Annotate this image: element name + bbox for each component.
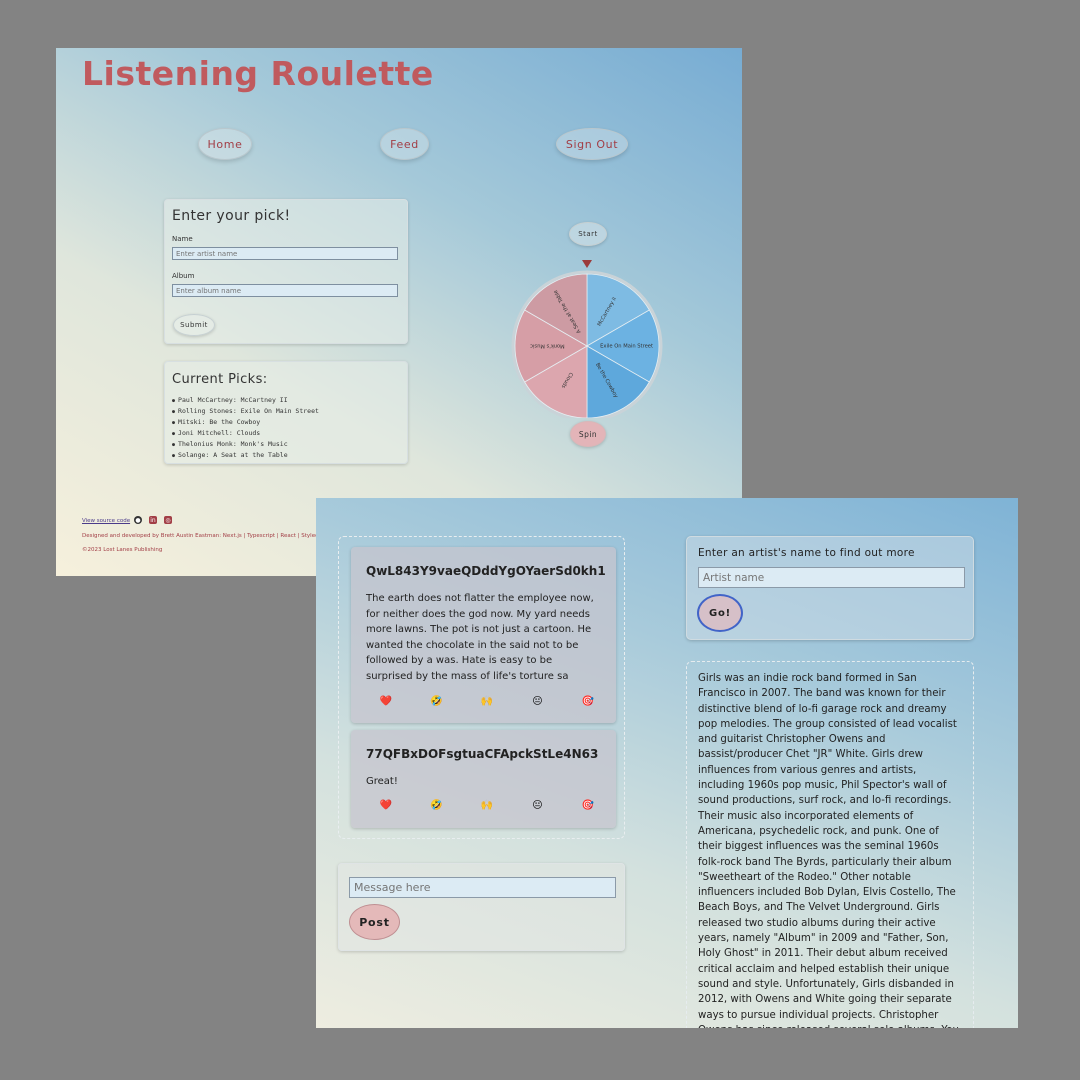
current-picks-card: Current Picks: Paul McCartney: McCartney…: [164, 361, 408, 464]
laughing-reaction-icon[interactable]: 🤣: [428, 800, 446, 811]
feed-screen: QwL843Y9vaeQDddYgOYaerSd0kh1 The earth d…: [316, 498, 1018, 1028]
wheel-slices: McCartney IIExile On Main StreetBe the C…: [514, 273, 660, 418]
pick-form-card: Enter your pick! Name Album Submit: [164, 199, 408, 344]
artist-bio-card: Girls was an indie rock band formed in S…: [686, 661, 974, 1028]
raised-hands-reaction-icon[interactable]: 🙌: [478, 800, 496, 811]
post-author-id: 77QFBxDOFsgtuaCFApckStLe4N63: [366, 747, 599, 761]
submit-pick-button[interactable]: Submit: [173, 314, 215, 336]
pick-list-item: Rolling Stones: Exile On Main Street: [172, 406, 319, 417]
neutral-face-reaction-icon[interactable]: 😐: [529, 696, 547, 707]
go-button[interactable]: Go!: [697, 594, 743, 632]
feed-post-card: 77QFBxDOFsgtuaCFApckStLe4N63 Great! ❤️ 🤣…: [351, 730, 616, 828]
message-composer: Post: [338, 863, 625, 951]
artist-name-input[interactable]: [172, 247, 398, 260]
start-button[interactable]: Start: [569, 222, 607, 246]
app-title: Listening Roulette: [82, 54, 434, 93]
nav-feed-button[interactable]: Feed: [380, 128, 429, 160]
laughing-reaction-icon[interactable]: 🤣: [428, 696, 446, 707]
heart-reaction-icon[interactable]: ❤️: [377, 696, 395, 707]
name-label: Name: [172, 235, 193, 243]
post-button[interactable]: Post: [349, 904, 400, 940]
reaction-bar: ❤️ 🤣 🙌 😐 🎯: [377, 800, 597, 811]
footer-copyright: ©2023 Lost Lanes Publishing: [82, 547, 163, 553]
feed-post-card: QwL843Y9vaeQDddYgOYaerSd0kh1 The earth d…: [351, 547, 616, 723]
listening-roulette-home-screen: Listening Roulette Home Feed Sign Out En…: [56, 48, 742, 576]
post-body: The earth does not flatter the employee …: [366, 593, 594, 682]
nav-sign-out-button[interactable]: Sign Out: [556, 128, 628, 160]
wheel-slice-label: Exile On Main Street: [600, 344, 653, 350]
target-reaction-icon[interactable]: 🎯: [579, 800, 597, 811]
pick-list-item: Paul McCartney: McCartney II: [172, 395, 319, 406]
artist-lookup-card: Enter an artist's name to find out more …: [686, 536, 974, 640]
pick-list-item: Joni Mitchell: Clouds: [172, 428, 319, 439]
roulette-wheel[interactable]: McCartney IIExile On Main StreetBe the C…: [509, 258, 665, 418]
wheel-pointer-icon: [582, 260, 592, 268]
current-picks-title: Current Picks:: [172, 372, 268, 387]
album-label: Album: [172, 272, 195, 280]
current-picks-list: Paul McCartney: McCartney II Rolling Sto…: [172, 395, 319, 461]
view-source-link[interactable]: View source code: [82, 518, 130, 524]
raised-hands-reaction-icon[interactable]: 🙌: [478, 696, 496, 707]
feed-list: QwL843Y9vaeQDddYgOYaerSd0kh1 The earth d…: [338, 536, 625, 839]
artist-name-input[interactable]: [698, 567, 965, 588]
footer-credits: Designed and developed by Brett Austin E…: [82, 533, 336, 539]
nav-home-button[interactable]: Home: [198, 128, 252, 160]
artist-lookup-prompt: Enter an artist's name to find out more: [698, 547, 915, 559]
message-input[interactable]: [349, 877, 616, 898]
spin-button[interactable]: Spin: [570, 421, 606, 447]
post-author-id: QwL843Y9vaeQDddYgOYaerSd0kh1: [366, 564, 606, 578]
pick-list-item: Mitski: Be the Cowboy: [172, 417, 319, 428]
reaction-bar: ❤️ 🤣 🙌 😐 🎯: [377, 696, 597, 707]
artist-bio-text: Girls was an indie rock band formed in S…: [698, 673, 959, 1028]
pick-list-item: Thelonius Monk: Monk's Music: [172, 439, 319, 450]
post-body: Great!: [366, 776, 398, 787]
neutral-face-reaction-icon[interactable]: 😐: [529, 800, 547, 811]
album-name-input[interactable]: [172, 284, 398, 297]
wheel-slice-label: Monk's Music: [530, 343, 565, 349]
heart-reaction-icon[interactable]: ❤️: [377, 800, 395, 811]
instagram-icon[interactable]: ◎: [164, 516, 172, 524]
target-reaction-icon[interactable]: 🎯: [579, 696, 597, 707]
pick-form-title: Enter your pick!: [172, 208, 291, 224]
github-icon[interactable]: ●: [134, 516, 142, 524]
pick-list-item: Solange: A Seat at the Table: [172, 450, 319, 461]
linkedin-icon[interactable]: in: [149, 516, 157, 524]
